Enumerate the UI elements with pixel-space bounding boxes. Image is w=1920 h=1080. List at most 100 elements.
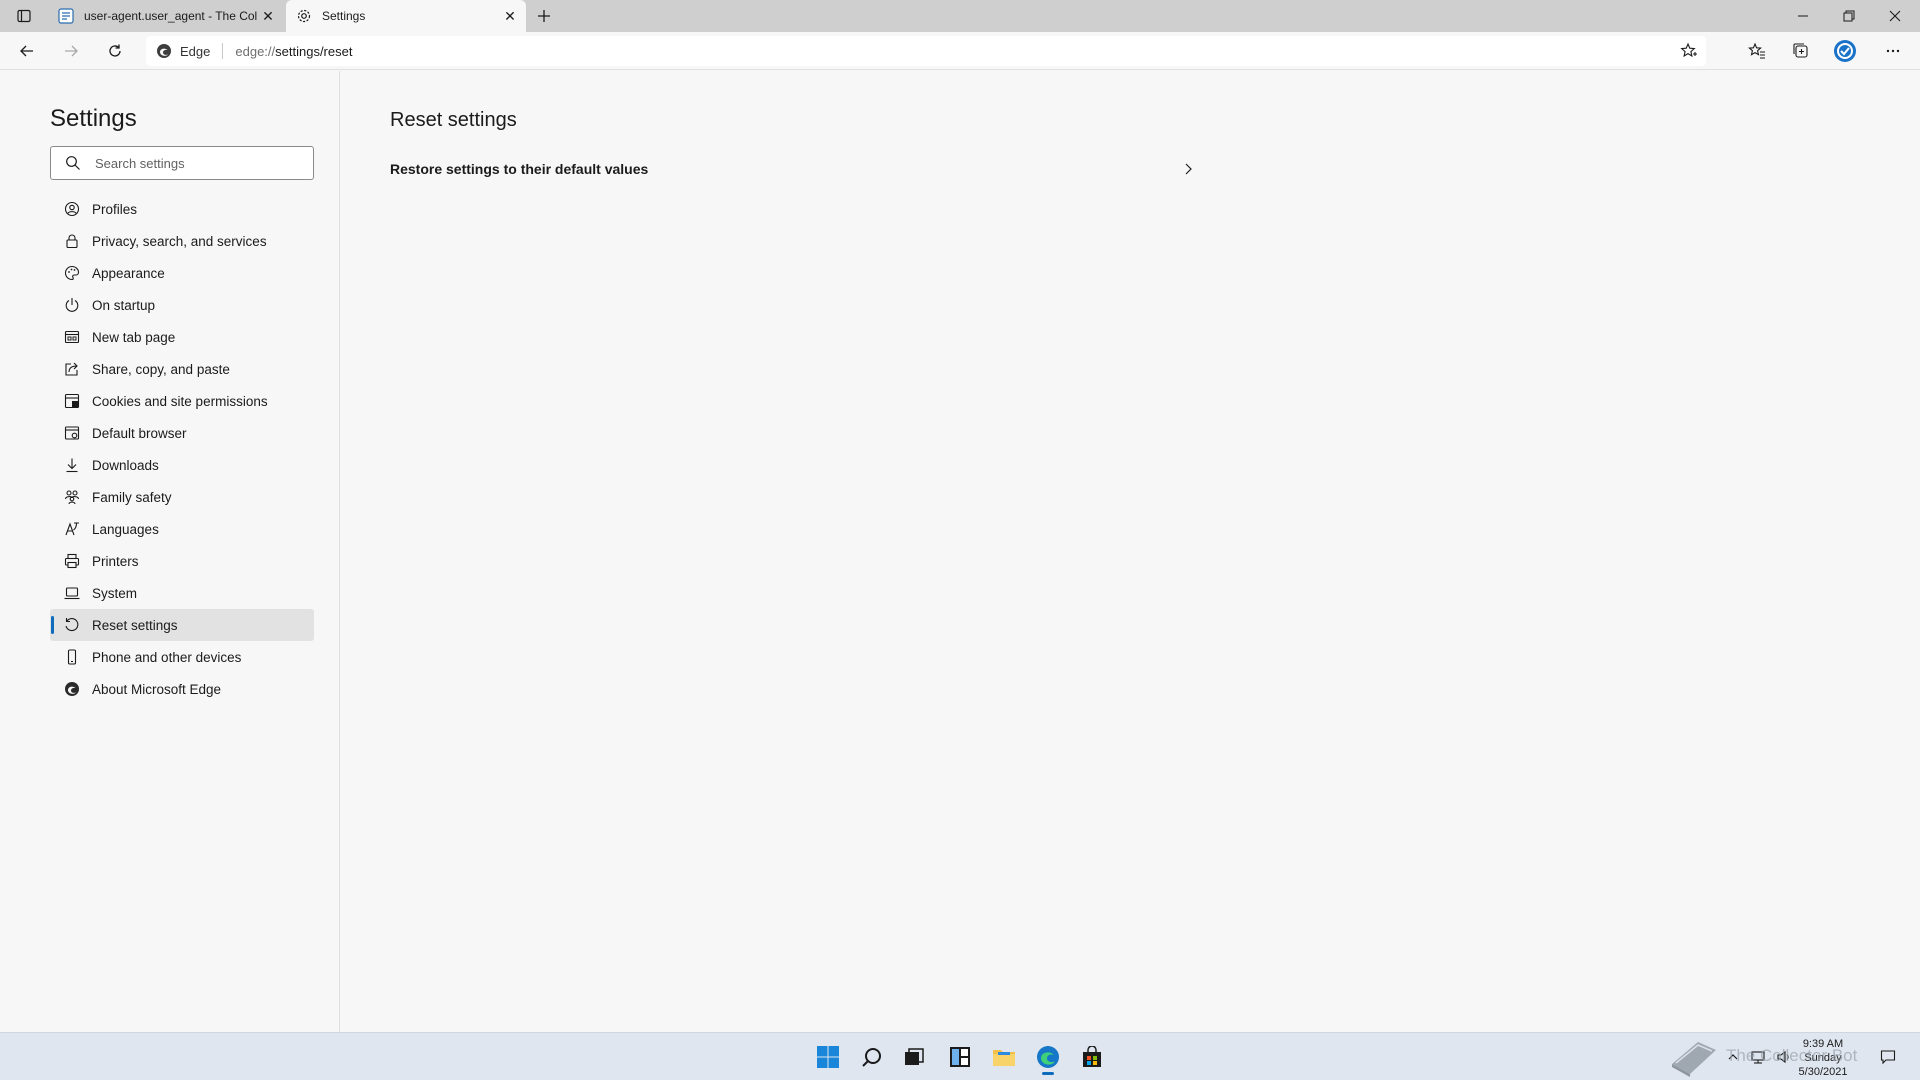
settings-sidebar: Settings Profiles Privacy, search, and s…	[0, 71, 340, 1032]
profile-icon	[64, 201, 80, 217]
restore-window-icon	[1843, 10, 1855, 22]
sidebar-item-label: Reset settings	[92, 617, 178, 633]
store-bag-icon	[1083, 1046, 1101, 1067]
favorites-icon	[1748, 42, 1765, 59]
restore-defaults-row[interactable]: Restore settings to their default values	[390, 151, 1202, 187]
tab-actions-icon	[17, 9, 31, 23]
restore-defaults-label: Restore settings to their default values	[390, 161, 649, 177]
address-bar[interactable]: Edge edge://settings/reset	[146, 36, 1706, 66]
tab-settings[interactable]: Settings ✕	[286, 0, 526, 32]
search-input[interactable]	[95, 155, 295, 171]
sidebar-item-label: Share, copy, and paste	[92, 361, 230, 377]
forward-button[interactable]	[56, 37, 86, 65]
close-tab-icon[interactable]: ✕	[500, 6, 520, 26]
taskbar-search-button[interactable]	[856, 1041, 888, 1073]
sidebar-item-share-copy-paste[interactable]: Share, copy, and paste	[50, 353, 314, 385]
profile-button[interactable]	[1830, 37, 1860, 65]
sidebar-item-label: New tab page	[92, 329, 176, 345]
widgets-icon	[950, 1047, 970, 1067]
edge-taskbar-button[interactable]	[1032, 1041, 1064, 1075]
new-tab-icon	[64, 329, 80, 345]
sidebar-item-family-safety[interactable]: Family safety	[50, 481, 314, 513]
back-button[interactable]	[12, 37, 42, 65]
site-identity-label[interactable]: Edge	[180, 44, 210, 59]
toolbar: Edge edge://settings/reset	[0, 32, 1920, 70]
search-icon	[862, 1048, 881, 1067]
laptop-icon	[64, 585, 80, 601]
reset-icon	[64, 617, 80, 633]
sidebar-item-label: Printers	[92, 553, 139, 569]
refresh-button[interactable]	[100, 37, 130, 65]
sidebar-item-about-edge[interactable]: About Microsoft Edge	[50, 673, 314, 705]
sidebar-title: Settings	[50, 105, 137, 132]
sidebar-item-label: Profiles	[92, 201, 138, 217]
sidebar-item-on-startup[interactable]: On startup	[50, 289, 314, 321]
download-icon	[64, 457, 80, 473]
sidebar-item-privacy[interactable]: Privacy, search, and services	[50, 225, 314, 257]
sidebar-item-label: Cookies and site permissions	[92, 393, 268, 409]
refresh-icon	[109, 44, 121, 57]
sidebar-item-downloads[interactable]: Downloads	[50, 449, 314, 481]
printer-icon	[64, 553, 80, 569]
sidebar-item-default-browser[interactable]: Default browser	[50, 417, 314, 449]
edge-icon	[64, 681, 80, 697]
tab-bar: user-agent.user_agent - The Coll ✕ Setti…	[0, 0, 1920, 32]
sidebar-item-label: Family safety	[92, 489, 172, 505]
minimize-icon	[1798, 15, 1808, 17]
search-icon	[66, 156, 80, 170]
new-tab-button[interactable]	[532, 5, 556, 27]
settings-content: Reset settings Restore settings to their…	[341, 71, 1920, 1032]
tab-actions-button[interactable]	[10, 6, 38, 26]
plus-icon	[538, 10, 550, 22]
taskbar: 9:39 AM Sunday 5/30/2021	[0, 1032, 1920, 1080]
settings-nav: Profiles Privacy, search, and services A…	[50, 193, 314, 705]
lock-icon	[64, 233, 80, 249]
collections-icon	[1793, 43, 1808, 58]
store-button[interactable]	[1076, 1041, 1108, 1073]
widgets-button[interactable]	[944, 1041, 976, 1073]
favorites-button[interactable]	[1742, 37, 1772, 65]
windows-logo-icon	[817, 1046, 839, 1068]
sidebar-item-label: Languages	[92, 521, 159, 537]
minimize-button[interactable]	[1780, 0, 1826, 32]
sidebar-item-label: Phone and other devices	[92, 649, 242, 665]
start-button[interactable]	[812, 1041, 844, 1073]
notification-icon	[1880, 1050, 1896, 1065]
collections-button[interactable]	[1786, 37, 1816, 65]
sidebar-item-phone-devices[interactable]: Phone and other devices	[50, 641, 314, 673]
sidebar-item-languages[interactable]: Languages	[50, 513, 314, 545]
task-view-button[interactable]	[898, 1041, 930, 1073]
sidebar-item-label: Privacy, search, and services	[92, 233, 267, 249]
power-icon	[64, 297, 80, 313]
notifications-button[interactable]	[1872, 1041, 1904, 1073]
sidebar-item-reset-settings[interactable]: Reset settings	[50, 609, 314, 641]
more-menu-button[interactable]	[1878, 37, 1908, 65]
sidebar-item-system[interactable]: System	[50, 577, 314, 609]
tab-user-agent[interactable]: user-agent.user_agent - The Coll ✕	[48, 0, 284, 32]
palette-icon	[64, 265, 80, 281]
sidebar-item-appearance[interactable]: Appearance	[50, 257, 314, 289]
sidebar-item-label: System	[92, 585, 138, 601]
close-icon	[1889, 10, 1901, 22]
edge-logo-icon	[157, 44, 171, 58]
share-icon	[64, 361, 80, 377]
sidebar-item-printers[interactable]: Printers	[50, 545, 314, 577]
add-favorite-icon[interactable]	[1680, 42, 1698, 60]
sidebar-item-new-tab-page[interactable]: New tab page	[50, 321, 314, 353]
restore-button[interactable]	[1826, 0, 1872, 32]
sidebar-item-profiles[interactable]: Profiles	[50, 193, 314, 225]
file-explorer-button[interactable]	[988, 1041, 1020, 1073]
family-icon	[64, 489, 80, 505]
book-watermark-icon	[1672, 1042, 1716, 1077]
phone-icon	[64, 649, 80, 665]
gear-icon	[296, 8, 312, 24]
sidebar-item-cookies[interactable]: Cookies and site permissions	[50, 385, 314, 417]
browser-icon	[64, 425, 80, 441]
tab-title: Settings	[322, 9, 366, 23]
close-window-button[interactable]	[1872, 0, 1918, 32]
sidebar-item-label: Default browser	[92, 425, 187, 441]
close-tab-icon[interactable]: ✕	[258, 6, 278, 26]
chevron-right-icon	[1185, 163, 1192, 175]
search-settings-box[interactable]	[50, 146, 314, 180]
edge-logo-icon	[1037, 1046, 1059, 1068]
